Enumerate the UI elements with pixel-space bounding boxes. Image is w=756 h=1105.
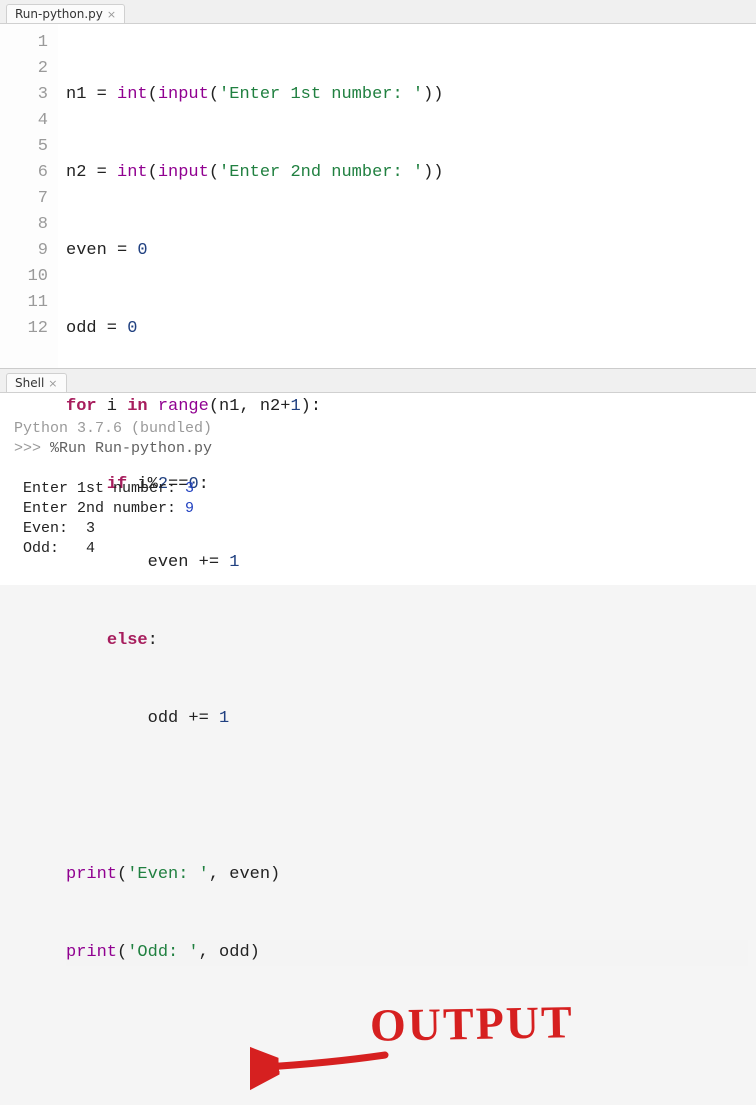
editor-tab[interactable]: Run-python.py ×	[6, 4, 125, 23]
line-number-gutter: 1 2 3 4 5 6 7 8 9 10 11 12	[0, 24, 58, 368]
input-value: 9	[185, 500, 194, 517]
line-number: 9	[0, 238, 48, 264]
python-version: Python 3.7.6 (bundled)	[14, 420, 212, 437]
output-line: Odd: 4	[14, 540, 95, 557]
close-icon[interactable]: ×	[48, 377, 57, 390]
line-number: 10	[0, 264, 48, 290]
line-number: 2	[0, 56, 48, 82]
editor-tab-bar: Run-python.py ×	[0, 0, 756, 24]
shell-prompt: >>>	[14, 440, 50, 457]
line-number: 12	[0, 316, 48, 342]
line-number: 11	[0, 290, 48, 316]
output-line: Even: 3	[14, 520, 95, 537]
line-number: 5	[0, 134, 48, 160]
run-command: %Run Run-python.py	[50, 440, 212, 457]
output-line: Enter 2nd number:	[14, 500, 185, 517]
line-number: 3	[0, 82, 48, 108]
code-line	[66, 784, 748, 810]
editor-tab-label: Run-python.py	[15, 7, 103, 21]
code-line: odd += 1	[66, 706, 748, 732]
line-number: 1	[0, 30, 48, 56]
line-number: 6	[0, 160, 48, 186]
shell-tab[interactable]: Shell ×	[6, 373, 67, 392]
arrow-icon	[250, 1035, 400, 1105]
code-line: even = 0	[66, 238, 748, 264]
code-line: for i in range(n1, n2+1):	[66, 394, 748, 420]
line-number: 8	[0, 212, 48, 238]
code-line: even += 1	[66, 550, 748, 576]
input-value: 3	[185, 480, 194, 497]
code-line: n2 = int(input('Enter 2nd number: '))	[66, 160, 748, 186]
close-icon[interactable]: ×	[107, 8, 116, 21]
line-number: 4	[0, 108, 48, 134]
shell-tab-label: Shell	[15, 376, 44, 390]
output-line: Enter 1st number:	[14, 480, 185, 497]
code-content[interactable]: n1 = int(input('Enter 1st number: ')) n2…	[58, 24, 756, 368]
code-line: else:	[66, 628, 748, 654]
code-line: print('Odd: ', odd)	[66, 940, 748, 966]
code-line: print('Even: ', even)	[66, 862, 748, 888]
code-editor[interactable]: 1 2 3 4 5 6 7 8 9 10 11 12 n1 = int(inpu…	[0, 24, 756, 369]
annotation-text: OUTPUT	[370, 995, 575, 1052]
code-line: n1 = int(input('Enter 1st number: '))	[66, 82, 748, 108]
code-line: odd = 0	[66, 316, 748, 342]
line-number: 7	[0, 186, 48, 212]
